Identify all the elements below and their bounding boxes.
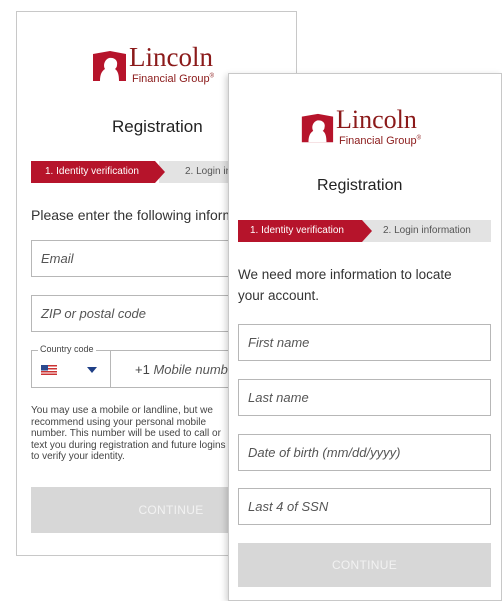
first-name-field[interactable]: First name <box>238 324 491 361</box>
ssn-last4-field[interactable]: Last 4 of SSN <box>238 488 491 525</box>
progress-steps: 2. Login information 1. Identity verific… <box>238 220 491 242</box>
logo-subtitle: Financial Group® <box>132 73 215 85</box>
first-name-placeholder: First name <box>248 335 310 350</box>
us-flag-icon <box>41 365 57 375</box>
last-name-field[interactable]: Last name <box>238 379 491 416</box>
step-identity-verification: 1. Identity verification <box>238 220 372 242</box>
logo-subtitle: Financial Group® <box>339 135 422 147</box>
lincoln-portrait-icon <box>93 51 126 81</box>
date-of-birth-field[interactable]: Date of birth (mm/dd/yyyy) <box>238 434 491 471</box>
last-name-placeholder: Last name <box>248 390 309 405</box>
date-of-birth-placeholder: Date of birth (mm/dd/yyyy) <box>248 445 401 460</box>
country-code-select[interactable] <box>32 351 111 387</box>
page-title: Registration <box>112 117 203 136</box>
logo-wordmark: Lincoln <box>336 105 417 134</box>
page-title: Registration <box>317 177 403 194</box>
email-placeholder: Email <box>41 251 74 266</box>
step-identity-verification: 1. Identity verification <box>31 161 165 183</box>
continue-button[interactable]: CONTINUE <box>238 543 491 587</box>
registration-card-front: Lincoln Financial Group® Registration 2.… <box>228 73 502 601</box>
lincoln-logo: Lincoln Financial Group® <box>299 105 449 157</box>
step-login-information: 2. Login information <box>360 220 491 242</box>
instruction-text: We need more information to locate your … <box>238 267 452 303</box>
logo-wordmark: Lincoln <box>129 42 213 72</box>
chevron-down-icon <box>87 367 97 373</box>
ssn-placeholder: Last 4 of SSN <box>248 499 329 514</box>
lincoln-logo: Lincoln Financial Group® <box>90 42 240 94</box>
phone-number-input[interactable]: +1 Mobile number <box>135 362 239 377</box>
zip-placeholder: ZIP or postal code <box>41 306 147 321</box>
lincoln-portrait-icon <box>301 113 334 143</box>
